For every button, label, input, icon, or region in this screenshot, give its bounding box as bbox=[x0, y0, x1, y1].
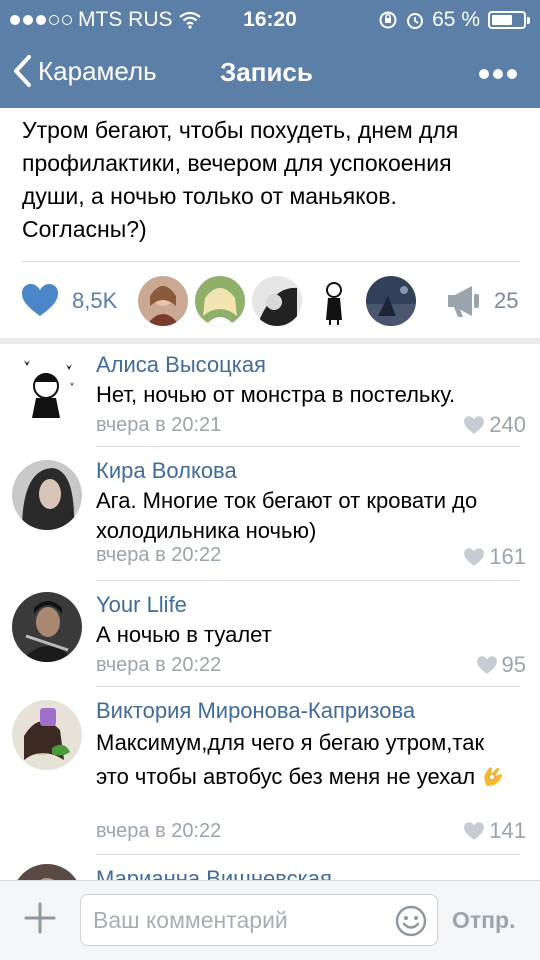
comment-author[interactable]: Your Llife bbox=[96, 592, 187, 618]
avatar[interactable] bbox=[12, 592, 82, 662]
comment-like-button[interactable]: 161 bbox=[463, 544, 526, 570]
rotation-lock-icon bbox=[379, 11, 397, 29]
comment-item: Виктория Миронова-Капризова Максимум,для… bbox=[0, 688, 540, 856]
heart-icon bbox=[464, 416, 485, 434]
avatar bbox=[366, 276, 416, 326]
comment-text: Нет, ночью от монстра в постельку. bbox=[96, 382, 456, 407]
divider bbox=[96, 854, 520, 855]
avatar[interactable] bbox=[12, 460, 82, 530]
comment-like-button[interactable]: 95 bbox=[476, 652, 526, 678]
ok-hand-emoji bbox=[481, 762, 505, 786]
avatar[interactable] bbox=[12, 864, 82, 880]
battery-icon bbox=[488, 11, 530, 29]
comment-text-content: Максимум,для чего я бегаю утром,так это … bbox=[96, 730, 485, 789]
comment-input[interactable] bbox=[93, 901, 383, 939]
like-heart-icon[interactable] bbox=[20, 282, 60, 318]
nav-bar: Карамель Запись bbox=[0, 40, 540, 108]
battery-level bbox=[492, 15, 512, 25]
comment-item: Марианна Вишневская bbox=[0, 856, 540, 880]
comment-time: вчера в 20:22 bbox=[96, 820, 222, 842]
back-button[interactable]: Карамель bbox=[12, 54, 157, 88]
like-count[interactable]: 8,5K bbox=[72, 288, 117, 314]
ellipsis-icon bbox=[479, 69, 517, 79]
comment-item: Your Llife А ночью в туалет вчера в 20:2… bbox=[0, 582, 540, 688]
heart-icon bbox=[476, 656, 497, 674]
back-label: Карамель bbox=[38, 55, 157, 86]
avatar bbox=[252, 276, 302, 326]
comment-composer: Отпр. bbox=[0, 880, 540, 960]
divider bbox=[96, 580, 520, 581]
smile-icon[interactable] bbox=[395, 905, 427, 937]
avatar[interactable] bbox=[12, 700, 82, 770]
avatar bbox=[309, 276, 359, 326]
share-count: 25 bbox=[494, 288, 519, 313]
post-text: Утром бегают, чтобы похудеть, днем для п… bbox=[22, 117, 459, 242]
megaphone-icon[interactable] bbox=[446, 284, 482, 318]
status-bar: MTS RUS 16:20 65 % bbox=[0, 0, 540, 40]
alarm-icon bbox=[407, 13, 424, 29]
comment-like-button[interactable]: 141 bbox=[463, 818, 526, 844]
divider bbox=[22, 261, 520, 262]
comment-author[interactable]: Марианна Вишневская bbox=[96, 866, 332, 880]
comment-text: Ага. Многие ток бегают от кровати до хол… bbox=[96, 488, 478, 543]
comment-input-wrapper bbox=[80, 894, 438, 946]
comment-text: Максимум,для чего я бегаю утром,так это … bbox=[96, 726, 516, 794]
more-button[interactable] bbox=[478, 54, 518, 88]
comment-time: вчера в 20:22 bbox=[96, 654, 222, 676]
battery-percent: 65 % bbox=[432, 8, 480, 31]
avatar bbox=[138, 276, 188, 326]
post-actions: 8,5K 25 bbox=[0, 270, 540, 332]
heart-icon bbox=[464, 548, 485, 566]
comment-time: вчера в 20:22 bbox=[96, 544, 222, 566]
comment-like-count: 95 bbox=[501, 652, 526, 677]
comment-text: А ночью в туалет bbox=[96, 622, 272, 647]
comment-like-button[interactable]: 240 bbox=[463, 412, 526, 438]
liked-by-avatars[interactable] bbox=[138, 276, 416, 326]
comment-like-count: 141 bbox=[489, 818, 526, 843]
divider bbox=[96, 686, 520, 687]
divider bbox=[96, 446, 520, 447]
comment-author[interactable]: Кира Волкова bbox=[96, 458, 237, 484]
plus-icon[interactable] bbox=[22, 900, 58, 936]
avatar bbox=[195, 276, 245, 326]
comment-item: Алиса Высоцкая Нет, ночью от монстра в п… bbox=[0, 344, 540, 448]
comment-like-count: 240 bbox=[489, 412, 526, 437]
comment-author[interactable]: Алиса Высоцкая bbox=[96, 352, 266, 378]
comment-item: Кира Волкова Ага. Многие ток бегают от к… bbox=[0, 448, 540, 582]
chevron-left-icon bbox=[14, 55, 31, 87]
avatar[interactable] bbox=[12, 352, 82, 422]
send-button[interactable]: Отпр. bbox=[452, 907, 516, 934]
comment-author[interactable]: Виктория Миронова-Капризова bbox=[96, 698, 415, 724]
comment-like-count: 161 bbox=[489, 544, 526, 569]
status-right: 65 % bbox=[378, 8, 530, 32]
comment-time: вчера в 20:21 bbox=[96, 414, 222, 436]
page-title: Запись bbox=[220, 57, 313, 87]
heart-icon bbox=[464, 822, 485, 840]
